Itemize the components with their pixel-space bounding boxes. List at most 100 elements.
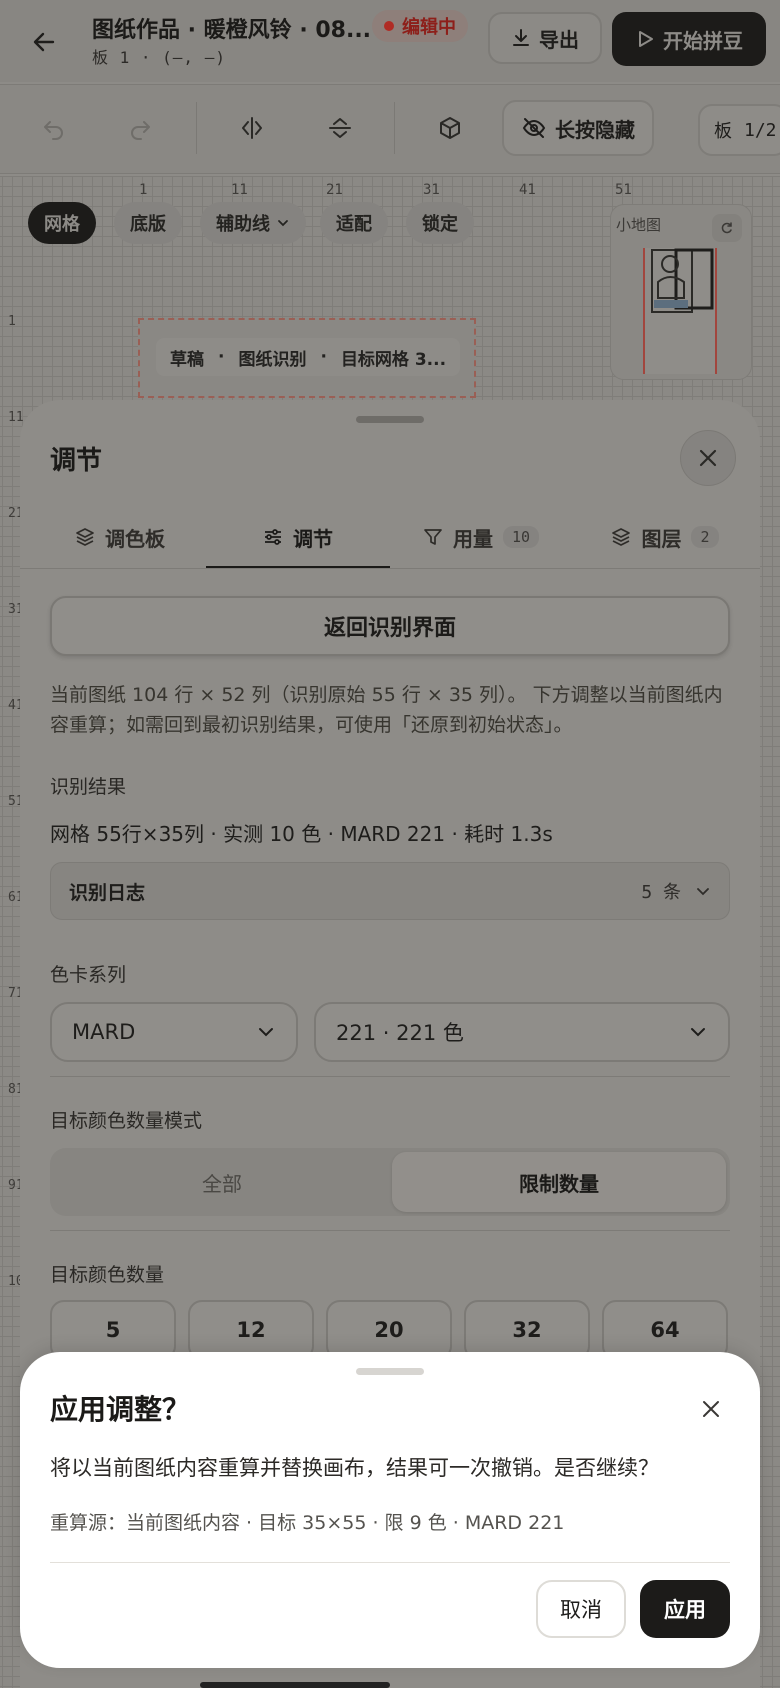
undo-button[interactable] — [26, 100, 82, 156]
tabs-divider — [20, 568, 760, 569]
back-to-recognition-button[interactable]: 返回识别界面 — [50, 596, 730, 656]
dialog-source-info: 重算源：当前图纸内容 · 目标 35×55 · 限 9 色 · MARD 221 — [50, 1512, 565, 1534]
board-switcher[interactable]: 板 1/2 — [698, 104, 780, 156]
adjust-info-text: 当前图纸 104 行 × 52 列（识别原始 55 行 × 35 列）。 下方调… — [50, 684, 723, 736]
chip-fit-label: 适配 — [336, 214, 372, 235]
minimap-refresh-button[interactable] — [712, 214, 742, 242]
mode-section-label: 目标颜色数量模式 — [50, 1110, 203, 1132]
tab-palette[interactable]: 调色板 — [40, 506, 200, 568]
arrow-left-icon — [33, 32, 55, 52]
play-icon — [639, 31, 653, 47]
home-indicator — [200, 1682, 390, 1688]
flip-horizontal-button[interactable] — [224, 100, 280, 156]
redo-icon — [131, 121, 150, 140]
tab-layers[interactable]: 图层 2 — [580, 506, 750, 568]
close-icon — [699, 449, 717, 467]
filter-icon — [424, 529, 442, 545]
chevron-down-icon — [278, 220, 288, 227]
column-number: 31 — [423, 182, 440, 198]
log-count: 5 条 — [641, 882, 681, 903]
apply-button[interactable]: 应用 — [640, 1580, 730, 1638]
mode-option-all[interactable]: 全部 — [54, 1152, 390, 1212]
sheet-drag-handle[interactable] — [356, 416, 424, 423]
chip-base[interactable]: 底版 — [114, 202, 182, 244]
palette-series-select[interactable]: MARD — [50, 1002, 298, 1062]
page-title: 图纸作品 · 暖橙风铃 · 08... — [92, 18, 372, 43]
recognition-result-text: 网格 55行×35列 · 实测 10 色 · MARD 221 · 耗时 1.3… — [50, 822, 553, 846]
edit-status-label: 编辑中 — [402, 17, 456, 38]
column-number: 11 — [231, 182, 248, 198]
download-icon — [513, 29, 529, 46]
draft-label-part: · — [218, 347, 225, 367]
chip-grid[interactable]: 网格 — [28, 202, 96, 244]
row-number: 11 — [8, 410, 24, 425]
mode-option-limit[interactable]: 限制数量 — [392, 1152, 726, 1212]
chip-lock[interactable]: 锁定 — [406, 202, 474, 244]
flip-vertical-button[interactable] — [312, 100, 368, 156]
draft-label-part: 图纸识别 — [238, 349, 307, 370]
cube-icon — [440, 117, 460, 139]
layers-icon — [612, 528, 631, 546]
minimap-preview-image — [643, 248, 717, 374]
dialog-drag-handle[interactable] — [356, 1368, 424, 1375]
minimap-label: 小地图 — [616, 216, 662, 234]
toolbar-divider — [196, 102, 197, 154]
sliders-icon — [265, 529, 281, 545]
3d-view-button[interactable] — [422, 100, 478, 156]
status-dot-icon — [384, 21, 394, 31]
hold-to-hide-label: 长按隐藏 — [555, 117, 635, 142]
eye-off-icon — [522, 118, 546, 138]
dialog-message: 将以当前图纸内容重算并替换画布，结果可一次撤销。是否继续？ — [50, 1456, 659, 1480]
draft-info-label: 草稿 · 图纸识别 · 目标网格 3... — [156, 338, 461, 376]
chip-base-label: 底版 — [130, 214, 166, 235]
column-number: 51 — [615, 182, 632, 198]
recognition-log-toggle[interactable]: 识别日志 5 条 — [50, 862, 730, 920]
color-count-option[interactable]: 64 — [602, 1300, 728, 1360]
tab-adjust[interactable]: 调节 — [206, 506, 390, 568]
export-button[interactable]: 导出 — [488, 12, 602, 64]
count-section-label: 目标颜色数量 — [50, 1264, 165, 1286]
result-section-label: 识别结果 — [50, 776, 127, 798]
hold-to-hide-button[interactable]: 长按隐藏 — [502, 100, 654, 156]
dialog-divider — [50, 1562, 730, 1563]
start-beading-button[interactable]: 开始拼豆 — [612, 12, 766, 66]
redo-button[interactable] — [112, 100, 168, 156]
tab-palette-label: 调色板 — [105, 526, 165, 551]
column-number: 41 — [519, 182, 536, 198]
tab-adjust-label: 调节 — [293, 526, 333, 551]
board-page: 1/2 — [744, 119, 777, 141]
dialog-close-button[interactable] — [690, 1388, 732, 1430]
color-count-option[interactable]: 12 — [188, 1300, 314, 1360]
close-icon — [703, 1401, 719, 1417]
edit-status-badge: 编辑中 — [372, 10, 468, 42]
undo-icon — [44, 121, 63, 140]
column-number: 1 — [139, 182, 148, 198]
tab-usage-count: 10 — [502, 526, 540, 548]
layers-icon — [76, 528, 94, 546]
chevron-down-icon — [691, 1028, 705, 1037]
dialog-title: 应用调整？ — [50, 1393, 191, 1426]
color-count-option[interactable]: 5 — [50, 1300, 176, 1360]
toolbar-divider — [394, 102, 395, 154]
flip-horizontal-icon — [242, 117, 262, 139]
palette-set-select[interactable]: 221 · 221 色 — [314, 1002, 730, 1062]
row-number: 1 — [8, 314, 16, 329]
column-number: 21 — [326, 182, 343, 198]
start-label: 开始拼豆 — [663, 28, 743, 53]
tab-usage[interactable]: 用量 10 — [396, 506, 566, 568]
tab-layers-label: 图层 — [641, 526, 682, 551]
color-count-option[interactable]: 32 — [464, 1300, 590, 1360]
refresh-icon — [721, 222, 732, 234]
tab-usage-label: 用量 — [452, 526, 493, 551]
chip-fit[interactable]: 适配 — [320, 202, 388, 244]
chevron-down-icon — [259, 1028, 273, 1037]
sheet-title: 调节 — [50, 446, 103, 476]
cancel-button[interactable]: 取消 — [536, 1580, 626, 1638]
draft-label-part: 目标网格 3... — [340, 349, 447, 370]
back-button[interactable] — [24, 22, 64, 62]
flip-vertical-icon — [329, 118, 351, 138]
section-divider — [50, 1076, 730, 1077]
chip-guides[interactable]: 辅助线 — [200, 202, 306, 244]
sheet-close-button[interactable] — [680, 430, 736, 486]
color-count-option[interactable]: 20 — [326, 1300, 452, 1360]
